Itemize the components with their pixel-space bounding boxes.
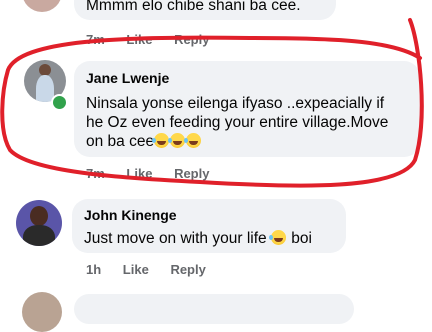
highlight-circle-annotation: [0, 18, 424, 188]
avatar-figure-body: [23, 225, 55, 246]
laughing-emoji-icon: [268, 230, 286, 245]
comment-actions-john: 1h Like Reply: [86, 262, 224, 277]
comment-text-before: Just move on with your life: [84, 230, 267, 247]
avatar-john-kinenge[interactable]: [16, 200, 62, 246]
comment-time: 1h: [86, 262, 102, 277]
comment-author[interactable]: John Kinenge: [84, 207, 177, 223]
like-button[interactable]: Like: [123, 262, 149, 277]
comment-bubble-next: [74, 294, 354, 324]
comment-bubble-john: John Kinenge Just move on with your life…: [72, 199, 346, 253]
avatar-figure-head: [30, 206, 48, 226]
comment-text-wrap: Just move on with your life boi: [84, 229, 312, 248]
avatar-next[interactable]: [22, 292, 62, 332]
reply-button[interactable]: Reply: [170, 262, 205, 277]
comment-text-after: boi: [291, 230, 312, 247]
